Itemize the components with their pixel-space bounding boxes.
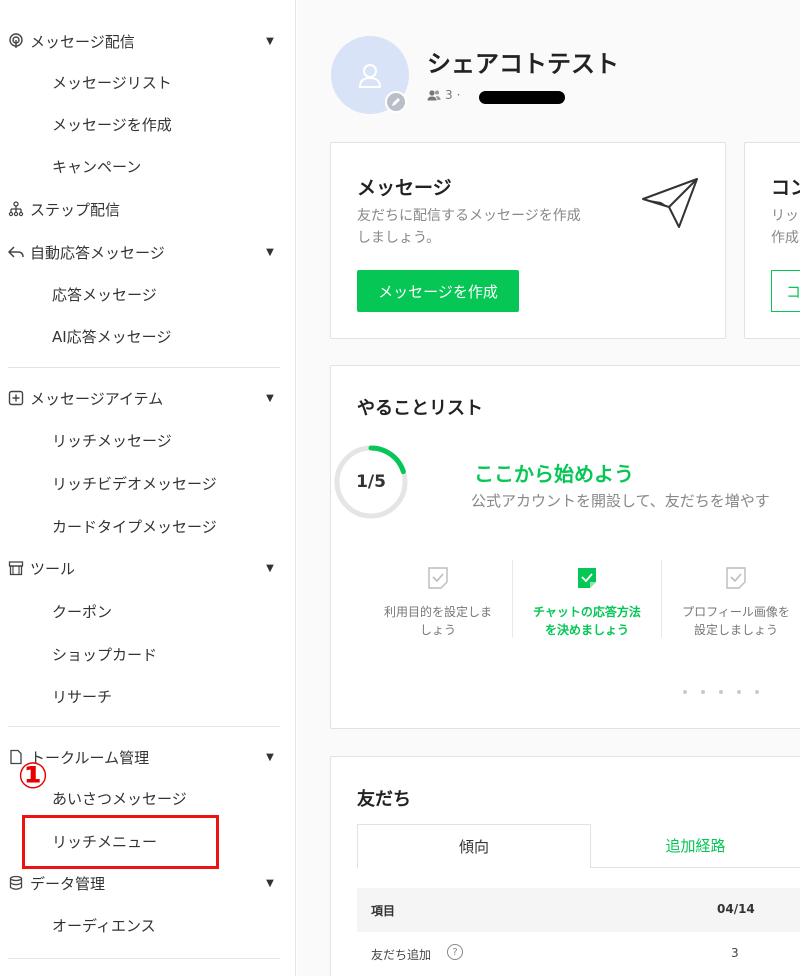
coupon-card-title: コン: [771, 177, 800, 199]
sidebar-item-data-management[interactable]: データ管理 ▼: [0, 866, 280, 900]
coupon-card-description: リッ 作成: [771, 205, 800, 249]
sidebar-item-auto-reply[interactable]: 自動応答メッセージ ▼: [0, 235, 280, 269]
carousel-pagination: [683, 690, 759, 694]
carousel-dot[interactable]: [683, 690, 687, 694]
sidebar-item-label: 自動応答メッセージ: [30, 243, 165, 262]
paper-plane-icon: [642, 178, 698, 228]
todo-title: やることリスト: [357, 398, 483, 419]
task-checkbox-checked-icon: [578, 568, 596, 588]
sidebar-subitem-campaign[interactable]: キャンペーン: [52, 149, 141, 183]
sidebar-item-label: ステップ配信: [30, 200, 121, 219]
sidebar-subitem-create-message[interactable]: メッセージを作成: [52, 107, 172, 141]
edit-avatar-button[interactable]: [385, 91, 407, 113]
annotation-step-number: ①: [17, 756, 49, 797]
task-label: チャットの応答方法: [533, 605, 641, 619]
task-label: プロフィール画像を: [682, 605, 790, 619]
sidebar-item-step-delivery[interactable]: ステップ配信: [0, 192, 280, 226]
carousel-dot[interactable]: [719, 690, 723, 694]
account-name: シェアコトテスト: [427, 50, 619, 78]
sidebar-item-label: トークルーム管理: [30, 748, 150, 767]
caret-down-icon[interactable]: ▼: [260, 878, 280, 889]
sidebar-subitem-shop-card[interactable]: ショップカード: [52, 637, 157, 671]
sidebar-subitem-greeting-message[interactable]: あいさつメッセージ: [52, 781, 187, 815]
sidebar-item-message-delivery[interactable]: メッセージ配信 ▼: [0, 24, 280, 58]
todo-progress-ring: 1/5: [333, 444, 409, 520]
sidebar-item-message-items[interactable]: メッセージアイテム ▼: [0, 381, 280, 415]
friends-table-header: 項目 04/14: [357, 888, 800, 932]
message-card: メッセージ 友だちに配信するメッセージを作成 しましょう。 メッセージを作成: [330, 142, 726, 339]
reply-icon: [0, 244, 30, 260]
sidebar-divider: [8, 367, 280, 368]
message-card-title: メッセージ: [357, 177, 452, 199]
add-box-icon: [0, 390, 30, 406]
database-icon: [0, 875, 30, 891]
meta-separator: ·: [456, 88, 461, 102]
sidebar-subitem-audience[interactable]: オーディエンス: [52, 908, 156, 942]
sidebar-subitem-reply-message[interactable]: 応答メッセージ: [52, 277, 157, 311]
sidebar-divider: [8, 958, 280, 959]
task-chat-reply-method[interactable]: チャットの応答方法 を決めましょう: [512, 566, 662, 639]
redacted-account-id: [479, 91, 565, 104]
progress-label: 1/5: [356, 472, 386, 492]
caret-down-icon[interactable]: ▼: [260, 247, 280, 258]
sidebar-subitem-research[interactable]: リサーチ: [52, 679, 112, 713]
coupon-card: コン リッ 作成 コ: [744, 142, 800, 339]
description-line: 友だちに配信するメッセージを作成: [357, 208, 581, 224]
caret-down-icon[interactable]: ▼: [260, 563, 280, 574]
task-checkbox-icon: [428, 567, 448, 589]
sidebar-subitem-ai-reply[interactable]: AI応答メッセージ: [52, 319, 171, 353]
row-value-friends-added: 3: [731, 946, 739, 960]
friends-title: 友だち: [357, 789, 411, 810]
pencil-icon: [392, 98, 400, 106]
column-header-date: 04/14: [717, 902, 755, 916]
broadcast-icon: [0, 33, 30, 49]
tab-acquisition-route[interactable]: 追加経路: [591, 824, 800, 868]
caret-down-icon[interactable]: ▼: [260, 752, 280, 763]
annotation-highlight-box: [22, 815, 219, 869]
task-checkbox-icon: [726, 567, 746, 589]
sidebar-subitem-card-type-message[interactable]: カードタイプメッセージ: [52, 509, 217, 543]
caret-down-icon[interactable]: ▼: [260, 36, 280, 47]
todo-subtext: 公式アカウントを開設して、友だちを増やす: [471, 492, 770, 510]
follower-count: 3: [445, 88, 453, 102]
column-header-item: 項目: [371, 904, 396, 918]
sidebar-subitem-message-list[interactable]: メッセージリスト: [52, 65, 172, 99]
store-icon: [0, 560, 30, 576]
todo-card: やることリスト: [330, 365, 800, 729]
user-icon: [358, 64, 382, 88]
carousel-dot[interactable]: [701, 690, 705, 694]
task-label: 設定しましょう: [693, 623, 778, 637]
task-label: 利用目的を設定しま: [383, 605, 492, 619]
hierarchy-icon: [0, 201, 30, 217]
description-line: リッ: [771, 208, 799, 224]
row-label-friends-added: 友だち追加: [371, 948, 432, 962]
friends-icon: [427, 90, 441, 101]
task-profile-image[interactable]: プロフィール画像を 設定しましょう: [661, 566, 800, 639]
sidebar-item-label: データ管理: [30, 874, 106, 893]
task-label: を決めましょう: [544, 623, 629, 637]
sidebar-subitem-coupon[interactable]: クーポン: [52, 594, 112, 628]
sidebar-item-label: メッセージ配信: [30, 32, 135, 51]
carousel-dot[interactable]: [755, 690, 759, 694]
sidebar-divider: [8, 726, 280, 727]
task-set-purpose[interactable]: 利用目的を設定しま しょう: [363, 566, 513, 639]
help-icon[interactable]: ?: [447, 944, 463, 960]
todo-headline: ここから始めよう: [474, 462, 634, 486]
sidebar-item-label: ツール: [30, 559, 76, 578]
caret-down-icon[interactable]: ▼: [260, 393, 280, 404]
description-line: 作成: [771, 230, 799, 246]
tab-trend[interactable]: 傾向: [357, 824, 591, 868]
sidebar-subitem-rich-message[interactable]: リッチメッセージ: [52, 423, 172, 457]
main-content: シェアコトテスト 3 · メッセージ 友だちに配信するメッセージを作成 しましょ…: [297, 0, 800, 976]
description-line: しましょう。: [357, 230, 441, 246]
account-meta: 3 ·: [427, 88, 460, 102]
sidebar-item-label: メッセージアイテム: [30, 389, 164, 408]
message-card-description: 友だちに配信するメッセージを作成 しましょう。: [357, 205, 637, 249]
sidebar-subitem-rich-video-message[interactable]: リッチビデオメッセージ: [52, 466, 217, 500]
create-coupon-button[interactable]: コ: [771, 270, 800, 312]
sidebar-item-tools[interactable]: ツール ▼: [0, 551, 280, 585]
task-label: しょう: [419, 623, 456, 637]
carousel-dot[interactable]: [737, 690, 741, 694]
create-message-button[interactable]: メッセージを作成: [357, 270, 519, 312]
